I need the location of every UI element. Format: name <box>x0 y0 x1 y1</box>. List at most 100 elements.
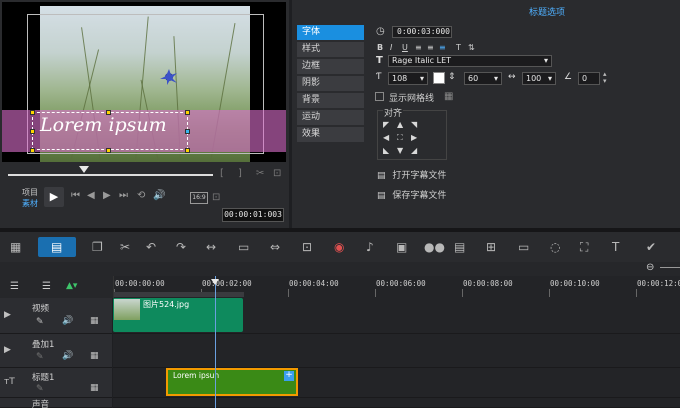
align-center-icon[interactable]: ≡ <box>427 43 434 52</box>
prev-frame-icon[interactable]: ◀ <box>87 190 95 201</box>
add-marker-icon[interactable]: ▲▾ <box>66 281 77 291</box>
open-subtitle-button[interactable]: ▤ 打开字幕文件 <box>377 168 446 181</box>
storyboard-view-icon[interactable]: ▦ <box>10 240 21 254</box>
repeat-icon[interactable]: ⟲ <box>137 190 145 201</box>
aspect-ratio-dropdown[interactable]: 16:9 <box>190 192 208 204</box>
scrub-bar[interactable] <box>8 174 213 176</box>
mode-clip-label[interactable]: 素材 <box>22 198 38 209</box>
track-lane-overlay[interactable] <box>113 334 680 368</box>
3d-title-icon[interactable]: T <box>612 240 619 254</box>
multi-trim-icon[interactable]: ⊞ <box>486 240 496 254</box>
subtitle-editor-icon[interactable]: ●● <box>424 240 445 254</box>
lock-icon[interactable]: ✎ <box>36 317 44 327</box>
title-editor-icon[interactable]: ▤ <box>454 240 465 254</box>
split-icon[interactable]: ✂ <box>256 168 264 179</box>
vertical-text-icon[interactable]: T <box>456 43 461 52</box>
tab-font[interactable]: 字体 <box>297 25 364 40</box>
rotation-stepper[interactable]: ▴ ▾ <box>603 71 607 85</box>
record-icon[interactable]: ▭ <box>238 240 249 254</box>
timeline-ruler[interactable]: 00:00:00:00 00:00:02:00 00:00:04:00 00:0… <box>113 276 680 298</box>
tab-effects[interactable]: 效果 <box>297 127 364 142</box>
ripple-icon[interactable]: ▦ <box>90 351 99 361</box>
next-frame-icon[interactable]: ▶ <box>103 190 111 201</box>
mixer-icon[interactable]: ◉ <box>334 240 344 254</box>
path-icon[interactable]: ◌ <box>550 240 560 254</box>
playhead-handle[interactable] <box>211 279 219 285</box>
copy-icon[interactable]: ❐ <box>92 240 103 254</box>
add-icon[interactable]: + <box>284 371 294 381</box>
undo-icon[interactable]: ↶ <box>146 240 156 254</box>
display-mode-icon[interactable]: ⊡ <box>212 192 220 203</box>
scrub-thumb[interactable] <box>79 166 89 173</box>
resize-handle[interactable] <box>106 148 111 153</box>
playhead-line[interactable] <box>215 276 216 408</box>
align-bottom-icon[interactable]: ▼ <box>397 146 403 155</box>
line-spacing-field[interactable]: 60 ▾ <box>464 72 502 85</box>
mark-in-icon[interactable]: [ <box>220 168 224 179</box>
resize-handle[interactable] <box>185 129 190 134</box>
chapter-icon[interactable]: ☰ <box>42 281 51 292</box>
track-lane-sound[interactable] <box>113 398 680 408</box>
play-button[interactable]: ▶ <box>44 187 64 207</box>
bold-icon[interactable]: B <box>377 43 383 52</box>
fit-project-icon[interactable]: ↔ <box>206 240 216 254</box>
lock-icon[interactable]: ✎ <box>36 384 44 394</box>
motion-track-icon[interactable]: ▣ <box>396 240 407 254</box>
scale-field[interactable]: 100 ▾ <box>522 72 556 85</box>
resize-handle[interactable] <box>30 110 35 115</box>
align-top-icon[interactable]: ▲ <box>397 120 403 129</box>
duration-field[interactable]: 0:00:03:000 <box>392 26 452 38</box>
mute-icon[interactable]: 🔊 <box>62 316 73 326</box>
mask-icon[interactable]: ▭ <box>518 240 529 254</box>
resize-handle[interactable] <box>185 148 190 153</box>
timeline-view-button[interactable]: ▤ <box>38 237 76 257</box>
align-left-icon[interactable]: ◀ <box>383 133 389 142</box>
snap-icon[interactable]: ✔ <box>646 240 656 254</box>
tab-style[interactable]: 样式 <box>297 42 364 57</box>
ripple-icon[interactable]: ▦ <box>90 383 99 393</box>
align-top-right-icon[interactable]: ◥ <box>411 120 417 129</box>
mute-icon[interactable]: 🔊 <box>62 351 73 361</box>
font-dropdown[interactable]: Rage Italic LET ▾ <box>388 55 552 67</box>
align-center-icon[interactable]: ⛶ <box>397 133 403 143</box>
auto-music-icon[interactable]: ♪ <box>366 240 374 254</box>
text-rotate-icon[interactable]: ⇅ <box>468 43 475 52</box>
tab-motion[interactable]: 运动 <box>297 110 364 125</box>
italic-icon[interactable]: I <box>390 43 392 52</box>
volume-icon[interactable]: 🔊 <box>153 190 165 201</box>
underline-icon[interactable]: U <box>402 43 408 52</box>
tab-shadow[interactable]: 阴影 <box>297 76 364 91</box>
align-right-icon[interactable]: ≡ <box>439 43 446 52</box>
rotation-field[interactable]: 0 <box>578 72 600 85</box>
align-right-icon[interactable]: ▶ <box>411 133 417 142</box>
tab-border[interactable]: 边框 <box>297 59 364 74</box>
multi-cam-icon[interactable]: ⊡ <box>302 240 312 254</box>
go-end-icon[interactable]: ⏭ <box>119 190 128 201</box>
zoom-out-icon[interactable]: ⊖ <box>646 262 654 273</box>
align-top-left-icon[interactable]: ◤ <box>383 120 389 129</box>
resize-handle[interactable] <box>30 129 35 134</box>
stop-motion-icon[interactable]: ⛶ <box>580 240 588 255</box>
grid-icon[interactable]: ▦ <box>444 91 453 102</box>
expand-icon[interactable]: ⊡ <box>273 168 281 179</box>
resize-handle[interactable] <box>30 148 35 153</box>
go-start-icon[interactable]: ⏮ <box>71 190 80 201</box>
work-area-bar[interactable] <box>114 292 244 297</box>
tools-icon[interactable]: ✂ <box>120 240 130 254</box>
zoom-slider[interactable] <box>660 267 680 268</box>
preview-title-text[interactable]: Lorem ipsum <box>40 114 167 136</box>
align-bottom-left-icon[interactable]: ◣ <box>383 146 389 155</box>
align-left-icon[interactable]: ≡ <box>415 43 422 52</box>
font-color-swatch[interactable] <box>433 72 445 84</box>
title-clip[interactable]: Lorem ipsun + <box>166 368 298 396</box>
align-bottom-right-icon[interactable]: ◢ <box>411 146 417 155</box>
resize-handle[interactable] <box>185 110 190 115</box>
split-screen-icon[interactable]: ⇔ <box>270 240 280 254</box>
video-clip[interactable]: 图片524.jpg <box>113 298 243 332</box>
lock-icon[interactable]: ✎ <box>36 352 44 362</box>
preview-canvas[interactable]: Lorem ipsum <box>2 2 286 162</box>
redo-icon[interactable]: ↷ <box>176 240 186 254</box>
tab-background[interactable]: 背景 <box>297 93 364 108</box>
track-manager-icon[interactable]: ☰ <box>10 281 19 292</box>
save-subtitle-button[interactable]: ▤ 保存字幕文件 <box>377 188 446 201</box>
